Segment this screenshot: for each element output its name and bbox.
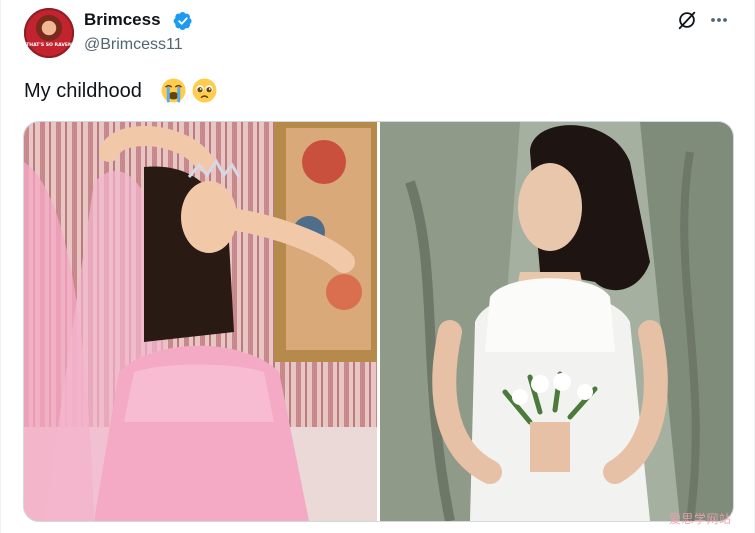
grok-icon[interactable] (676, 9, 698, 31)
watermark: 爱思学网站 (669, 512, 732, 526)
photo-white-gown-image (380, 122, 733, 521)
photo-pink-dress-image (24, 122, 377, 521)
loudly-crying-face-icon (161, 78, 186, 103)
avatar[interactable]: THAT'S SO RAVEN (24, 8, 74, 58)
pleading-face-icon (192, 78, 217, 103)
verified-badge-icon (173, 12, 192, 30)
column-border-left (0, 0, 1, 533)
more-icon[interactable] (707, 9, 731, 31)
tweet-text: My childhood (24, 80, 142, 102)
photo-pink-dress[interactable] (24, 122, 377, 521)
avatar-caption: THAT'S SO RAVEN (26, 43, 72, 49)
user-handle[interactable]: @Brimcess11 (84, 35, 183, 55)
media-grid (23, 121, 734, 522)
photo-white-gown[interactable] (380, 122, 733, 521)
display-name[interactable]: Brimcess (84, 10, 161, 30)
